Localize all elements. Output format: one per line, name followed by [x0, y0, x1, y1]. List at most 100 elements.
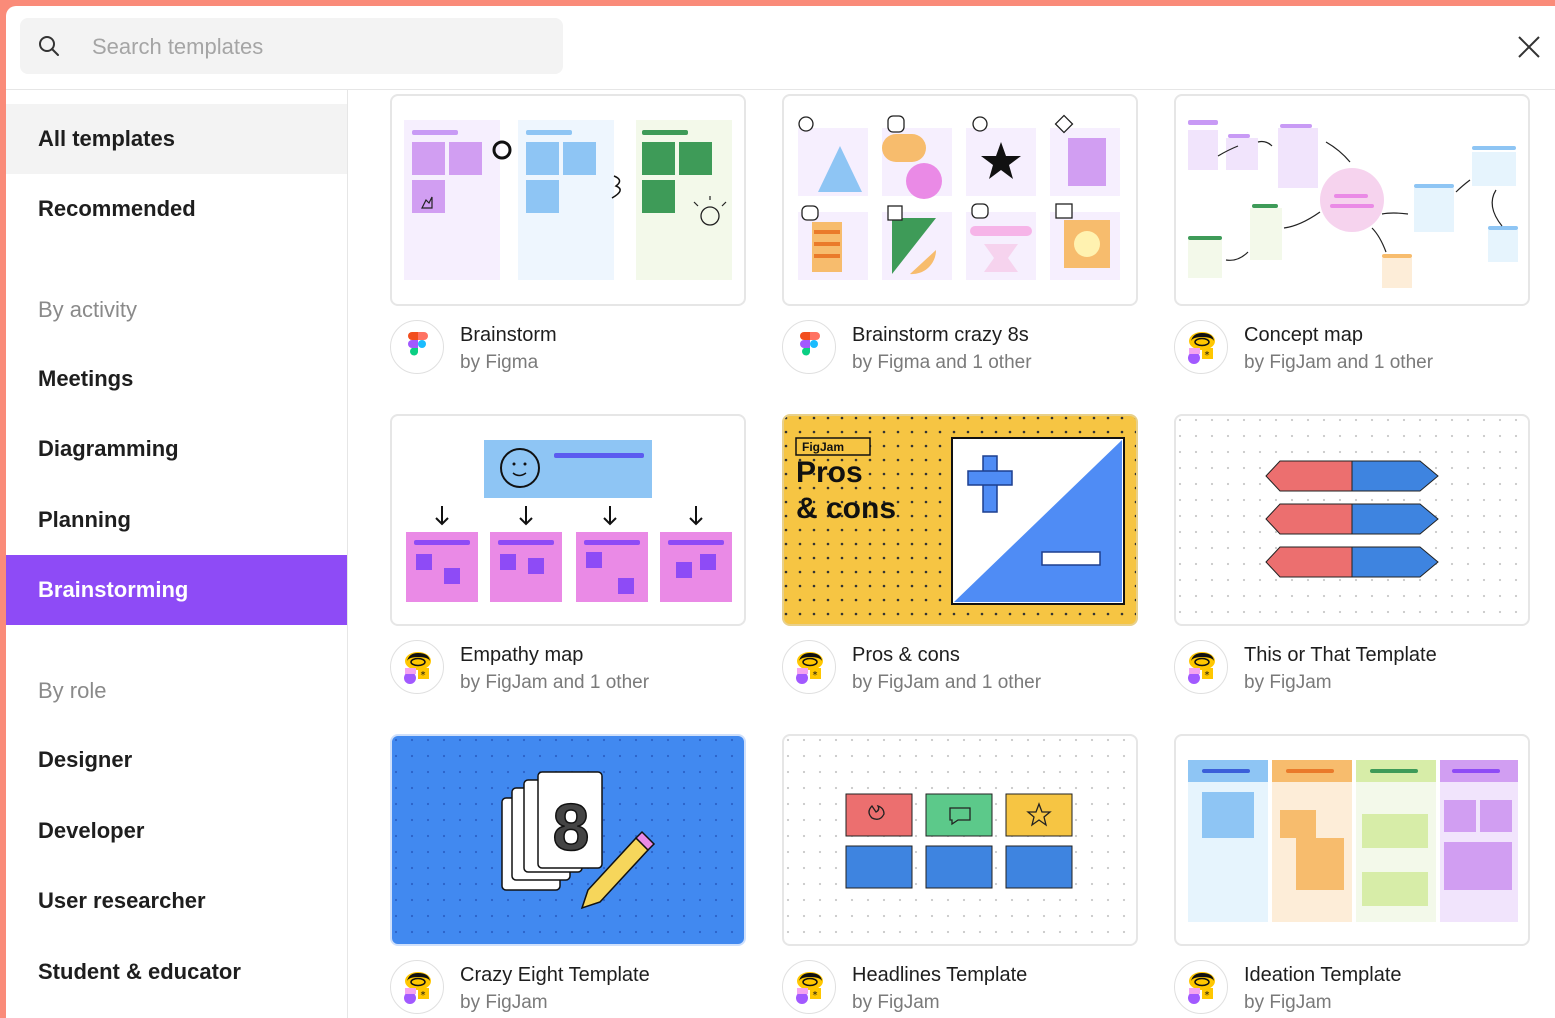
figma-logo-icon: [800, 332, 820, 356]
template-grid: Brainstorm by Figma Brainstorm crazy 8s …: [347, 90, 1555, 1018]
svg-text:*: *: [1205, 350, 1210, 361]
sidebar-item-label: All templates: [38, 126, 175, 151]
sidebar-item-brainstorming[interactable]: Brainstorming: [6, 555, 347, 625]
template-thumbnail[interactable]: [1174, 94, 1530, 306]
figjam-logo-icon: *: [404, 652, 431, 684]
headlines-thumbnail-graphic: [784, 736, 1136, 944]
template-author: by Figma: [460, 352, 539, 373]
concept-map-thumbnail-graphic: [1188, 120, 1518, 288]
template-title: Empathy map: [460, 644, 584, 666]
sidebar-item-label: Recommended: [38, 196, 196, 221]
avatar: [390, 320, 444, 374]
template-dialog: All templates Recommended By activity Me…: [6, 6, 1555, 1018]
svg-text:*: *: [1205, 990, 1210, 1001]
sidebar-item-all-templates[interactable]: All templates: [6, 104, 347, 174]
svg-text:*: *: [813, 990, 818, 1001]
section-heading-by-activity: By activity: [38, 297, 138, 322]
template-author: by Figma and 1 other: [852, 352, 1032, 373]
template-author: by FigJam: [1244, 992, 1332, 1013]
figjam-logo-icon: *: [796, 652, 823, 684]
dialog-header: [6, 6, 1555, 90]
crazy-8s-thumbnail-graphic: [798, 114, 1120, 280]
close-button[interactable]: [1515, 33, 1543, 61]
sidebar-item-meetings[interactable]: Meetings: [6, 344, 347, 414]
figjam-logo-icon: *: [1188, 332, 1215, 364]
template-title: Crazy Eight Template: [460, 964, 650, 986]
template-title: Brainstorm: [460, 324, 557, 346]
empathy-map-thumbnail-graphic: [406, 440, 732, 602]
section-heading-by-role: By role: [38, 678, 107, 703]
sidebar-item-label: Brainstorming: [38, 577, 189, 602]
sidebar-item-label: User researcher: [38, 888, 206, 913]
sidebar-item-label: Diagramming: [38, 436, 179, 461]
avatar: *: [782, 960, 836, 1014]
template-thumbnail[interactable]: [390, 94, 746, 306]
sidebar-item-planning[interactable]: Planning: [6, 485, 347, 555]
figjam-logo-icon: *: [1188, 972, 1215, 1004]
thumb-pros-label: Pros: [796, 456, 863, 489]
sidebar-item-label: Student & educator: [38, 959, 241, 984]
svg-text:*: *: [421, 990, 426, 1001]
avatar: *: [782, 640, 836, 694]
sidebar: All templates Recommended By activity Me…: [6, 90, 348, 1018]
thumb-number-label: 8: [553, 790, 590, 864]
sidebar-item-label: Developer: [38, 818, 145, 843]
sidebar-item-label: Designer: [38, 747, 133, 772]
template-meta: Brainstorm crazy 8s by Figma and 1 other: [782, 320, 1138, 380]
template-meta: * Crazy Eight Template by FigJam: [390, 960, 746, 1018]
avatar: *: [390, 960, 444, 1014]
template-thumbnail[interactable]: [782, 734, 1138, 946]
template-thumbnail[interactable]: [390, 414, 746, 626]
template-thumbnail[interactable]: [1174, 734, 1530, 946]
search-bar[interactable]: [20, 18, 563, 74]
template-title: Headlines Template: [852, 964, 1028, 986]
template-meta: * This or That Template by FigJam: [1174, 640, 1530, 700]
svg-text:*: *: [421, 670, 426, 681]
thumb-brand-label: FigJam: [802, 440, 844, 454]
figjam-logo-icon: *: [404, 972, 431, 1004]
template-meta: * Pros & cons by FigJam and 1 other: [782, 640, 1138, 700]
svg-text:*: *: [1205, 670, 1210, 681]
template-author: by FigJam: [852, 992, 940, 1013]
template-thumbnail[interactable]: [1174, 414, 1530, 626]
figma-logo-icon: [408, 332, 428, 356]
template-author: by FigJam and 1 other: [1244, 352, 1434, 373]
template-author: by FigJam: [1244, 672, 1332, 693]
template-meta: * Concept map by FigJam and 1 other: [1174, 320, 1530, 380]
template-title: This or That Template: [1244, 644, 1437, 666]
template-thumbnail[interactable]: 8: [390, 734, 746, 946]
template-meta: * Empathy map by FigJam and 1 other: [390, 640, 746, 700]
avatar: *: [1174, 640, 1228, 694]
search-icon: [39, 36, 59, 56]
sidebar-item-designer[interactable]: Designer: [6, 725, 347, 795]
search-input[interactable]: [90, 26, 544, 68]
template-meta: * Headlines Template by FigJam: [782, 960, 1138, 1018]
figjam-logo-icon: *: [796, 972, 823, 1004]
this-or-that-thumbnail-graphic: [1176, 416, 1528, 624]
sidebar-item-diagramming[interactable]: Diagramming: [6, 414, 347, 484]
sidebar-item-label: Planning: [38, 507, 131, 532]
template-title: Pros & cons: [852, 644, 960, 666]
template-author: by FigJam and 1 other: [460, 672, 650, 693]
sidebar-item-recommended[interactable]: Recommended: [6, 174, 347, 244]
template-title: Concept map: [1244, 324, 1363, 346]
avatar: [782, 320, 836, 374]
svg-text:*: *: [813, 670, 818, 681]
template-meta: * Ideation Template by FigJam: [1174, 960, 1530, 1018]
avatar: *: [390, 640, 444, 694]
template-author: by FigJam: [460, 992, 548, 1013]
sidebar-item-developer[interactable]: Developer: [6, 796, 347, 866]
template-author: by FigJam and 1 other: [852, 672, 1042, 693]
template-title: Brainstorm crazy 8s: [852, 324, 1029, 346]
close-icon: [1518, 36, 1540, 58]
thumb-cons-label: & cons: [796, 492, 896, 525]
template-title: Ideation Template: [1244, 964, 1402, 986]
avatar: *: [1174, 320, 1228, 374]
template-thumbnail[interactable]: FigJam Pros & cons: [782, 414, 1138, 626]
sidebar-item-user-researcher[interactable]: User researcher: [6, 866, 347, 936]
template-meta: Brainstorm by Figma: [390, 320, 746, 380]
template-thumbnail[interactable]: [782, 94, 1138, 306]
sidebar-item-student-educator[interactable]: Student & educator: [6, 937, 347, 1007]
pros-cons-thumbnail-graphic: FigJam Pros & cons: [784, 416, 1136, 624]
sidebar-item-label: Meetings: [38, 366, 134, 391]
